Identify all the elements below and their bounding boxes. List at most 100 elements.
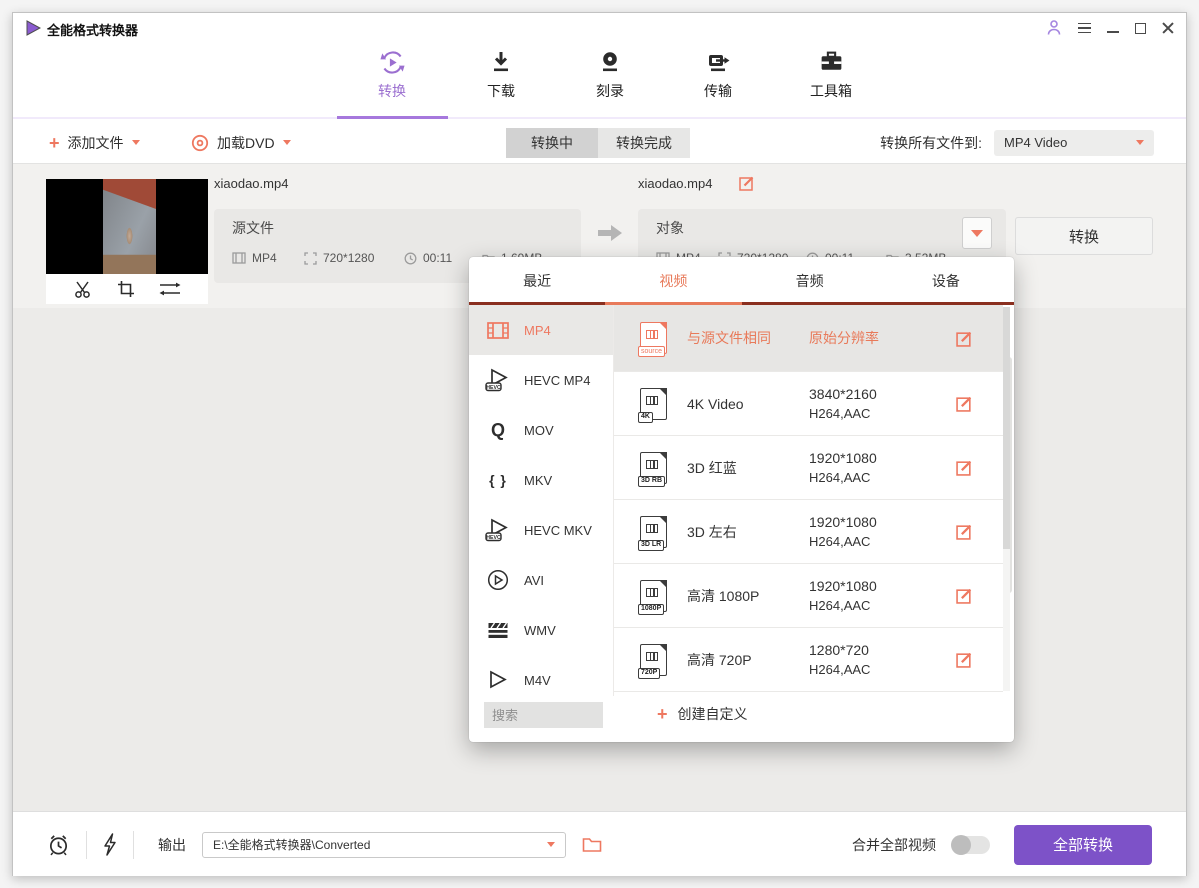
create-custom-button[interactable]: + 创建自定义 xyxy=(657,704,748,724)
format-item-hevc-mkv[interactable]: HEVC HEVC MKV xyxy=(469,505,613,555)
tab-finished[interactable]: 转换完成 xyxy=(598,128,690,158)
toolbar: + 添加文件 加载DVD 转换中 转换完成 转换所有文件到: MP4 Video xyxy=(13,121,1186,164)
quicktime-icon: Q xyxy=(491,420,505,441)
main-nav: 转换 下载 刻录 xyxy=(13,43,1186,119)
open-folder-icon[interactable] xyxy=(582,836,602,853)
merge-toggle[interactable] xyxy=(952,836,990,854)
output-label: 输出 xyxy=(158,835,186,855)
output-path-select[interactable]: E:\全能格式转换器\Converted xyxy=(202,832,566,858)
effects-adjust-icon[interactable] xyxy=(159,280,181,298)
popup-tab-device[interactable]: 设备 xyxy=(878,257,1014,305)
format-item-hevc-mp4[interactable]: HEVC HEVC MP4 xyxy=(469,355,613,405)
video-thumbnail xyxy=(46,179,208,274)
tab-converting[interactable]: 转换中 xyxy=(506,128,598,158)
format-item-avi[interactable]: AVI xyxy=(469,555,613,605)
format-item-mkv[interactable]: { } MKV xyxy=(469,455,613,505)
convert-all-button[interactable]: 全部转换 xyxy=(1014,825,1152,865)
transfer-icon xyxy=(705,49,731,76)
video-frame xyxy=(103,179,156,274)
nav-burn[interactable]: 刻录 xyxy=(562,49,658,101)
active-nav-underline xyxy=(337,116,448,119)
target-filename: xiaodao.mp4 xyxy=(638,176,712,191)
wmv-clapper-icon xyxy=(487,620,509,640)
edit-preset-icon[interactable] xyxy=(956,523,973,540)
search-input[interactable] xyxy=(484,702,603,728)
menu-icon[interactable] xyxy=(1078,23,1091,34)
create-custom-label: 创建自定义 xyxy=(678,704,748,724)
preset-row-720p[interactable]: 720P 高清 720P 1280*720 H264,AAC xyxy=(614,628,1003,692)
source-format: MP4 xyxy=(232,251,304,265)
minimize-icon[interactable] xyxy=(1107,31,1119,33)
edit-preset-icon[interactable] xyxy=(956,587,973,604)
source-filename: xiaodao.mp4 xyxy=(214,176,288,191)
convert-button[interactable]: 转换 xyxy=(1015,217,1153,255)
scrollbar-thumb[interactable] xyxy=(1003,307,1010,549)
svg-text:HEVC: HEVC xyxy=(486,535,501,541)
close-icon[interactable] xyxy=(1162,22,1174,34)
video-thumbnail-card xyxy=(46,179,208,304)
target-box-title: 对象 xyxy=(656,218,988,238)
preset-row-same-as-source[interactable]: source 与源文件相同 原始分辨率 xyxy=(614,305,1003,372)
format-item-wmv[interactable]: WMV xyxy=(469,605,613,655)
load-dvd-button[interactable]: 加载DVD xyxy=(191,121,291,164)
format-picker-popup: 最近 视频 音频 设备 MP4 xyxy=(469,257,1014,742)
merge-all-label: 合并全部视频 xyxy=(852,835,936,855)
chevron-down-icon xyxy=(132,140,140,145)
popup-tab-audio[interactable]: 音频 xyxy=(742,257,878,305)
output-format-value: MP4 Video xyxy=(1004,135,1067,150)
rename-edit-icon[interactable] xyxy=(739,175,755,191)
performance-bolt-icon[interactable] xyxy=(103,833,117,856)
nav-convert-label: 转换 xyxy=(378,81,406,101)
avi-play-circle-icon xyxy=(487,569,509,591)
format-item-m4v[interactable]: M4V xyxy=(469,655,613,696)
clock-icon xyxy=(404,252,417,265)
crop-icon[interactable] xyxy=(117,280,135,298)
popup-tabs: 最近 视频 音频 设备 xyxy=(469,257,1014,305)
maximize-icon[interactable] xyxy=(1135,23,1146,34)
edit-preset-icon[interactable] xyxy=(956,651,973,668)
convert-icon xyxy=(379,49,406,76)
output-format-select[interactable]: MP4 Video xyxy=(994,130,1154,156)
nav-burn-label: 刻录 xyxy=(596,81,624,101)
nav-toolbox-label: 工具箱 xyxy=(810,81,852,101)
nav-download-label: 下载 xyxy=(487,81,515,101)
preset-list-scrollbar[interactable] xyxy=(1003,307,1010,691)
add-file-label: 添加文件 xyxy=(68,133,124,153)
preset-row-4k[interactable]: 4K 4K Video 3840*2160 H264,AAC xyxy=(614,372,1003,436)
edit-preset-icon[interactable] xyxy=(956,395,973,412)
toolbox-icon xyxy=(818,49,845,76)
load-dvd-label: 加载DVD xyxy=(217,133,275,153)
divider xyxy=(86,831,87,859)
edit-preset-icon[interactable] xyxy=(956,459,973,476)
nav-transfer[interactable]: 传输 xyxy=(670,49,766,101)
schedule-clock-icon[interactable] xyxy=(47,833,70,857)
matroska-icon: { } xyxy=(489,472,507,488)
film-icon xyxy=(232,252,246,264)
format-item-mp4[interactable]: MP4 xyxy=(469,305,613,355)
trim-scissors-icon[interactable] xyxy=(74,280,93,299)
toggle-knob xyxy=(951,835,971,855)
nav-download[interactable]: 下载 xyxy=(453,49,549,101)
nav-convert[interactable]: 转换 xyxy=(344,49,440,101)
preset-row-3d-lr[interactable]: 3D LR 3D 左右 1920*1080 H264,AAC xyxy=(614,500,1003,564)
add-file-button[interactable]: + 添加文件 xyxy=(49,121,140,164)
bottombar: 输出 E:\全能格式转换器\Converted 合并全部视频 全部转换 xyxy=(13,811,1186,876)
app-window: 全能格式转换器 xyxy=(12,12,1187,876)
popup-active-tab-underline xyxy=(605,302,742,305)
preset-row-1080p[interactable]: 1080P 高清 1080P 1920*1080 H264,AAC xyxy=(614,564,1003,628)
titlebar: 全能格式转换器 xyxy=(13,13,1186,43)
hevc-play-icon: HEVC xyxy=(485,518,511,542)
convert-all-to-label: 转换所有文件到: xyxy=(880,133,982,153)
mp4-film-icon xyxy=(487,322,509,339)
target-format-dropdown-button[interactable] xyxy=(962,217,992,249)
edit-preset-icon[interactable] xyxy=(956,330,973,347)
nav-toolbox[interactable]: 工具箱 xyxy=(783,49,879,101)
preset-row-3d-rb[interactable]: 3D RB 3D 红蓝 1920*1080 H264,AAC xyxy=(614,436,1003,500)
app-title: 全能格式转换器 xyxy=(47,20,138,39)
account-icon[interactable] xyxy=(1046,19,1062,37)
format-item-mov[interactable]: Q MOV xyxy=(469,405,613,455)
popup-tab-recent[interactable]: 最近 xyxy=(469,257,605,305)
popup-tab-video[interactable]: 视频 xyxy=(605,257,741,305)
output-path-value: E:\全能格式转换器\Converted xyxy=(213,836,370,853)
nav-transfer-label: 传输 xyxy=(704,81,732,101)
